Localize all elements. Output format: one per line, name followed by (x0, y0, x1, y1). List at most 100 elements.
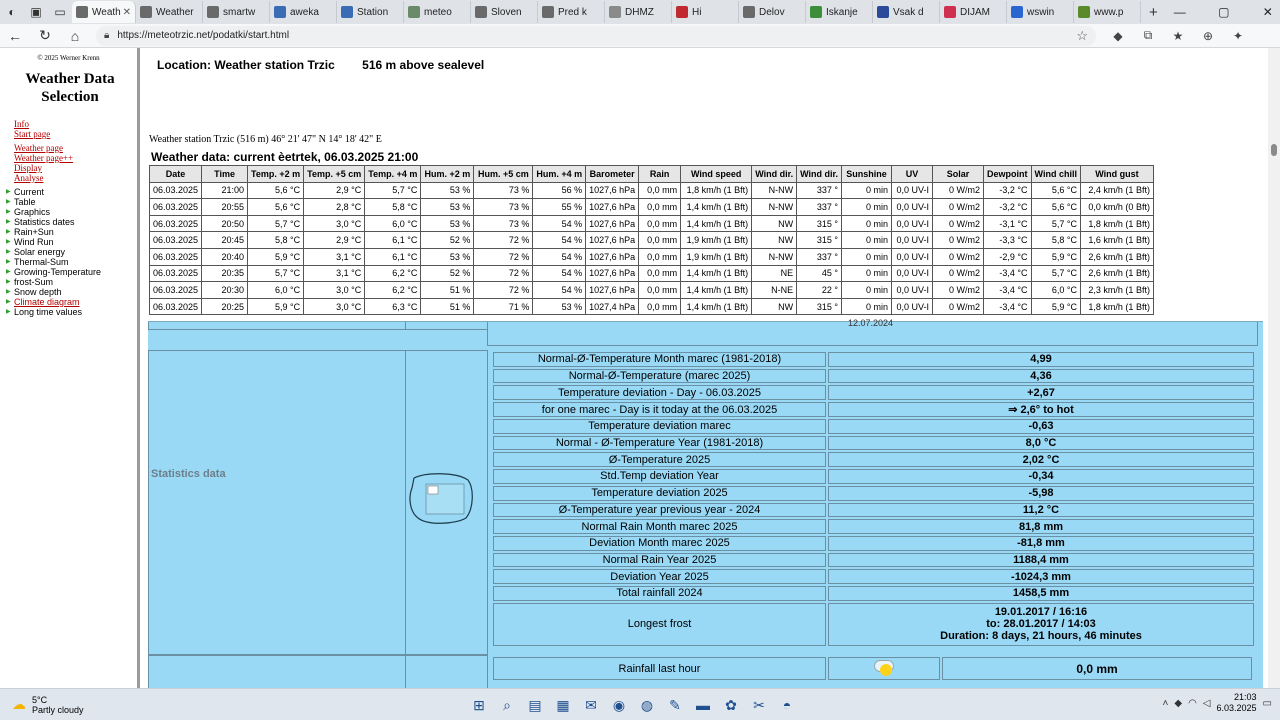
app-icon[interactable]: ✂ (746, 693, 772, 717)
column-header[interactable]: Hum. +2 m (420, 165, 475, 183)
vertical-scrollbar[interactable] (1268, 48, 1280, 688)
column-header[interactable]: Wind dir. (751, 165, 798, 183)
lock-icon[interactable]: 🔒︎ (104, 30, 109, 41)
column-header[interactable]: Barometer (585, 165, 640, 183)
extension-icon[interactable]: ◆ (1106, 26, 1130, 46)
clock[interactable]: 21:03 6.03.2025 (1217, 692, 1257, 714)
volume-icon[interactable]: ◁ (1203, 698, 1211, 709)
tab-2[interactable]: smartw (203, 1, 270, 23)
sidebar-menu-item[interactable]: ▶ Statistics dates (6, 217, 137, 227)
tab-15[interactable]: www.p (1074, 1, 1141, 23)
sidebar-menu-item[interactable]: ▶ Climate diagram (6, 297, 137, 307)
tab-12[interactable]: Vsak d (873, 1, 940, 23)
tab-0[interactable]: Weather✕ (72, 1, 136, 23)
maximize-icon[interactable]: ▢ (1202, 0, 1246, 24)
app-icon[interactable]: ◉ (606, 693, 632, 717)
sidebar-link-info[interactable]: Info (14, 119, 137, 129)
app-icon[interactable]: ◍ (634, 693, 660, 717)
column-header[interactable]: Sunshine (841, 165, 893, 183)
home-icon[interactable]: ⌂ (60, 24, 90, 48)
sidebar-menu-label[interactable]: frost-Sum (14, 277, 53, 287)
column-header[interactable]: Wind speed (680, 165, 753, 183)
wifi-icon[interactable]: ◠ (1188, 698, 1197, 709)
tray-app-icon[interactable]: ◆ (1174, 698, 1182, 709)
app-icon[interactable]: ✎ (662, 693, 688, 717)
tab-14[interactable]: wswin (1007, 1, 1074, 23)
url-field[interactable]: 🔒︎ https://meteotrzic.net/podatki/start.… (96, 25, 1096, 46)
tab-10[interactable]: Delov (739, 1, 806, 23)
app-icon[interactable]: ✿ (718, 693, 744, 717)
favorites-icon[interactable]: ★ (1166, 26, 1190, 46)
copilot-icon[interactable]: ✦ (1226, 26, 1250, 46)
sidebar-menu-label[interactable]: Statistics dates (14, 217, 75, 227)
tab-3[interactable]: aweka (270, 1, 337, 23)
column-header[interactable]: Hum. +5 cm (473, 165, 534, 183)
column-header[interactable]: Dewpoint (983, 165, 1032, 183)
tray-chevron-icon[interactable]: ˄ (1163, 698, 1169, 709)
sidebar-menu-label[interactable]: Thermal-Sum (14, 257, 69, 267)
notification-icon[interactable]: ▭ (1263, 698, 1272, 709)
sidebar-menu-item[interactable]: ▶ Graphics (6, 207, 137, 217)
sidebar-menu-label[interactable]: Growing-Temperature (14, 267, 101, 277)
column-header[interactable]: Temp. +4 m (364, 165, 422, 183)
column-header[interactable]: Solar (932, 165, 985, 183)
collections-icon[interactable]: ⊕ (1196, 26, 1220, 46)
column-header[interactable]: Hum. +4 m (532, 165, 587, 183)
sidebar-menu-item[interactable]: ▶ Solar energy (6, 247, 137, 257)
sidebar-menu-label[interactable]: Wind Run (14, 237, 54, 247)
sidebar-menu-label[interactable]: Long time values (14, 307, 82, 317)
sidebar-menu-item[interactable]: ▶ frost-Sum (6, 277, 137, 287)
sidebar-link-weather-page[interactable]: Weather page (14, 143, 137, 153)
start-icon[interactable]: ⊞ (466, 693, 492, 717)
edge-icon[interactable]: ◓ (774, 693, 800, 717)
tab-5[interactable]: meteo (404, 1, 471, 23)
column-header[interactable]: Wind gust (1079, 165, 1154, 183)
sidebar-menu-label[interactable]: Current (14, 187, 44, 197)
close-icon[interactable]: ✕ (1246, 0, 1280, 24)
sidebar-link-analyse[interactable]: Analyse (14, 173, 137, 183)
tab-9[interactable]: Hi (672, 1, 739, 23)
tab-8[interactable]: DHMZ (605, 1, 672, 23)
sidebar-link-start-page[interactable]: Start page (14, 129, 137, 139)
puzzle-icon[interactable]: ⧉ (1136, 26, 1160, 46)
profile-icon[interactable]: ◐ (0, 0, 24, 24)
tab-actions-icon[interactable]: ▭ (48, 0, 72, 24)
store-icon[interactable]: ▦ (550, 693, 576, 717)
column-header[interactable]: Rain (638, 165, 682, 183)
sidebar-menu-item[interactable]: ▶ Wind Run (6, 237, 137, 247)
sidebar-menu-item[interactable]: ▶ Thermal-Sum (6, 257, 137, 267)
favorite-star-icon[interactable]: ☆ (1076, 28, 1088, 44)
column-header[interactable]: UV (891, 165, 934, 183)
tab-6[interactable]: Sloven (471, 1, 538, 23)
url-text[interactable]: https://meteotrzic.net/podatki/start.htm… (117, 30, 1076, 41)
sidebar-menu-item[interactable]: ▶ Long time values (6, 307, 137, 317)
tab-close-icon[interactable]: ✕ (123, 7, 131, 18)
column-header[interactable]: Wind dir. (796, 165, 843, 183)
scrollbar-thumb[interactable] (1271, 144, 1277, 156)
back-icon[interactable]: ← (0, 24, 30, 48)
workspaces-icon[interactable]: ▣ (24, 0, 48, 24)
tab-11[interactable]: Iskanje (806, 1, 873, 23)
sidebar-menu-item[interactable]: ▶ Table (6, 197, 137, 207)
tab-7[interactable]: Pred k (538, 1, 605, 23)
refresh-icon[interactable]: ↻ (30, 24, 60, 48)
column-header[interactable]: Temp. +2 m (247, 165, 305, 183)
tab-1[interactable]: Weather (136, 1, 203, 23)
sidebar-menu-label[interactable]: Table (14, 197, 36, 207)
weather-widget[interactable]: ☁ 5°C Partly cloudy (0, 695, 200, 715)
sidebar-menu-item[interactable]: ▶ Current (6, 187, 137, 197)
sidebar-menu-item[interactable]: ▶ Snow depth (6, 287, 137, 297)
file-explorer-icon[interactable]: ▤ (522, 693, 548, 717)
tab-13[interactable]: DIJAM (940, 1, 1007, 23)
sidebar-menu-label[interactable]: Graphics (14, 207, 50, 217)
new-tab-button[interactable]: + (1149, 1, 1158, 23)
tab-4[interactable]: Station (337, 1, 404, 23)
app-icon[interactable]: ▬ (690, 693, 716, 717)
minimize-icon[interactable]: — (1158, 0, 1202, 24)
column-header[interactable]: Date (148, 165, 203, 183)
sidebar-menu-label[interactable]: Snow depth (14, 287, 62, 297)
sidebar-link-weather-page-plus[interactable]: Weather page++ (14, 153, 137, 163)
sidebar-menu-item[interactable]: ▶ Growing-Temperature (6, 267, 137, 277)
sidebar-menu-label[interactable]: Rain+Sun (14, 227, 54, 237)
sidebar-link-display[interactable]: Display (14, 163, 137, 173)
